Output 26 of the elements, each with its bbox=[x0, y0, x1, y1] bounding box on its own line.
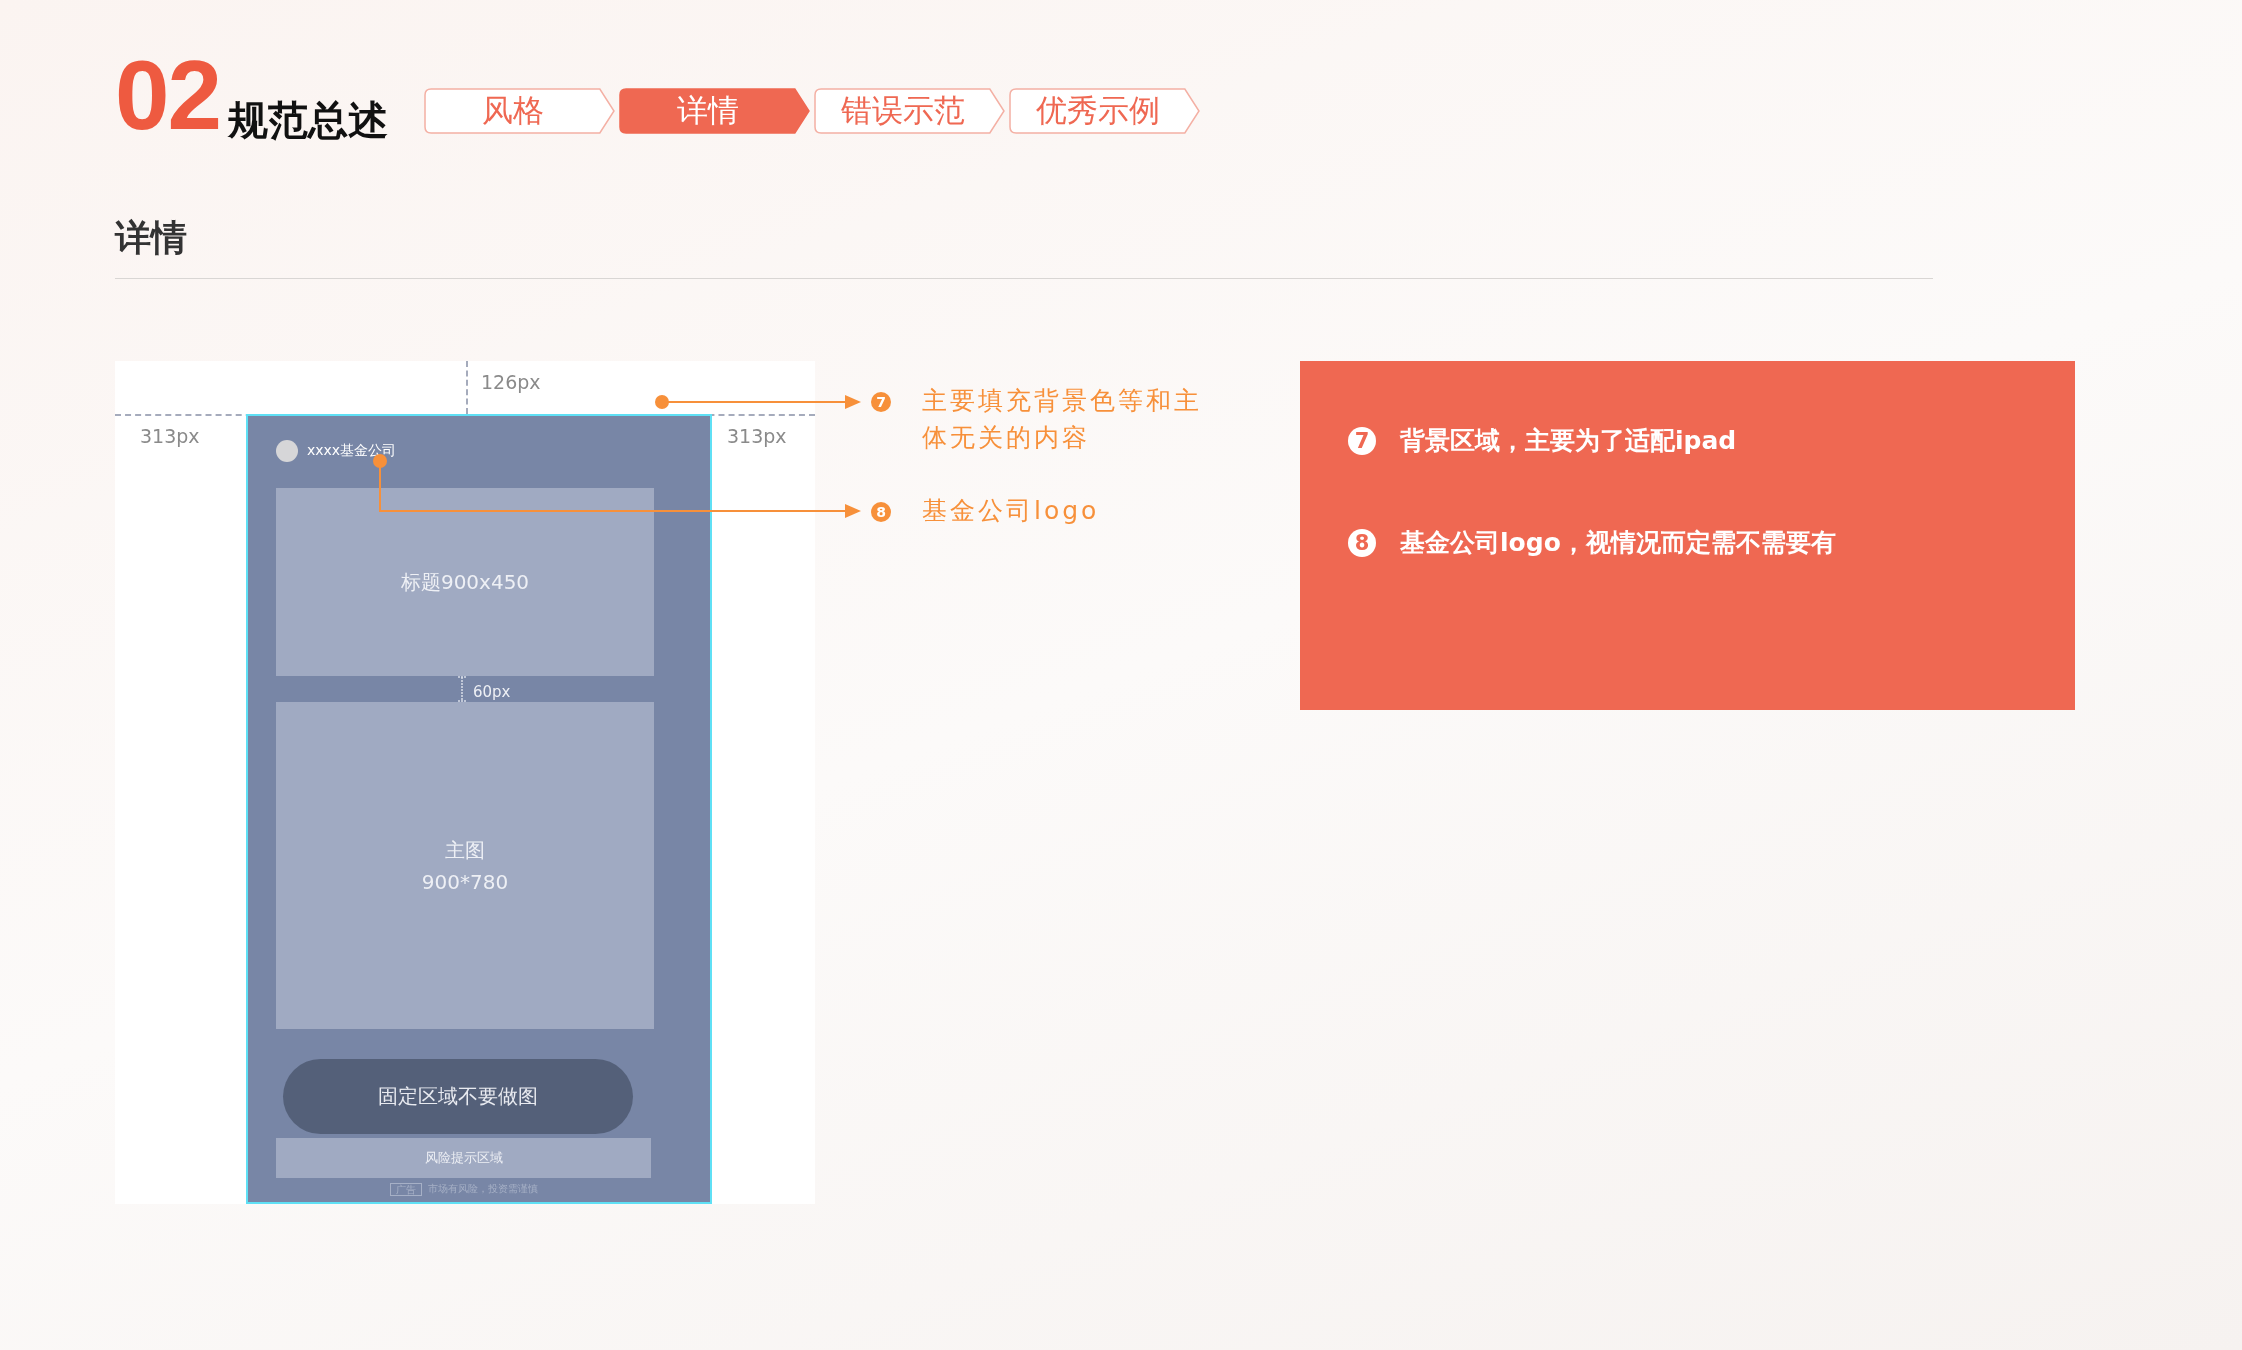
section-title: 规范总述 bbox=[228, 96, 388, 144]
callout-text: 主要填充背景色等和主体无关的内容 bbox=[922, 385, 1203, 454]
fixed-button[interactable]: 固定区域不要做图 bbox=[283, 1059, 633, 1134]
risk-notice-area: 风险提示区域 bbox=[276, 1138, 651, 1178]
dimension-label: 60px bbox=[473, 683, 511, 701]
tab[interactable]: 风格 bbox=[424, 88, 616, 134]
placeholder-label: 标题900x450 bbox=[400, 569, 530, 596]
dimension-label: 313px bbox=[140, 425, 200, 447]
tab[interactable]: 错误示范 bbox=[814, 88, 1006, 134]
tab[interactable]: 详情 bbox=[619, 88, 811, 134]
placeholder-label: 主图 bbox=[445, 836, 485, 864]
number-badge: 8 bbox=[871, 502, 891, 522]
number-badge: 7 bbox=[871, 392, 891, 412]
spacing-marker-icon bbox=[456, 676, 468, 702]
callout-text: 基金公司logo bbox=[922, 495, 1101, 527]
note-text: 基金公司logo，视情况而定需不需要有 bbox=[1400, 527, 1836, 559]
logo-placeholder bbox=[276, 440, 298, 462]
number-badge: 7 bbox=[1348, 427, 1376, 455]
tab[interactable]: 优秀示例 bbox=[1009, 88, 1201, 134]
dimension-label: 313px bbox=[727, 425, 787, 447]
note-text: 背景区域，主要为了适配ipad bbox=[1400, 425, 1737, 457]
section-number: 02 bbox=[115, 52, 220, 138]
placeholder-label: 900*780 bbox=[421, 868, 509, 896]
dimension-label: 126px bbox=[481, 371, 541, 393]
number-badge: 8 bbox=[1348, 529, 1376, 557]
page-heading: 详情 bbox=[115, 216, 188, 260]
